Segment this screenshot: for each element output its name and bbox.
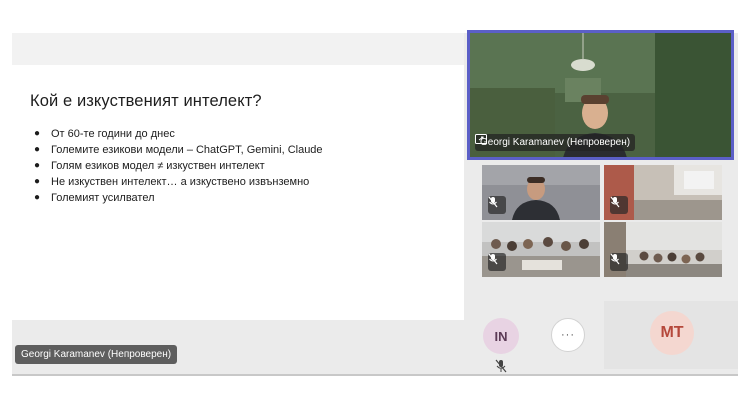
bullet-dot-icon: ● xyxy=(34,160,41,171)
avatar-initials: IN xyxy=(494,328,508,344)
mic-off-icon xyxy=(488,196,506,214)
bullet-dot-icon: ● xyxy=(34,176,41,187)
more-participants-button[interactable]: ··· xyxy=(551,318,585,352)
slide-bullet: ● Не изкуствен интелект… а изкуствено изв… xyxy=(34,174,323,190)
avatar-initials: MT xyxy=(660,324,684,341)
slide-bullet-text: От 60-те години до днес xyxy=(51,128,175,140)
slide-bullet-text: Големият усилвател xyxy=(51,192,155,204)
presenter-video-tile[interactable]: Georgi Karamanev (Непроверен) xyxy=(467,30,734,160)
presenter-name-label: Georgi Karamanev (Непроверен) xyxy=(475,134,636,151)
shared-slide: Кой е изкуственият интелект? ● От 60-те г… xyxy=(12,65,464,320)
participant-video-tile[interactable] xyxy=(604,222,722,277)
participant-video-tile[interactable] xyxy=(604,165,722,220)
slide-bullet: ● От 60-те години до днес xyxy=(34,126,323,142)
participant-avatar-mt[interactable]: MT xyxy=(650,311,694,355)
slide-title: Кой е изкуственият интелект? xyxy=(30,92,262,110)
slide-bullet: ● Големият усилвател xyxy=(34,190,323,206)
screen-share-icon xyxy=(475,134,487,144)
bullet-dot-icon: ● xyxy=(34,128,41,139)
bottom-divider xyxy=(12,374,738,376)
slide-bullet: ● Големите езикови модели – ChatGPT, Gemi… xyxy=(34,142,323,158)
bullet-dot-icon: ● xyxy=(34,192,41,203)
slide-bullets: ● От 60-те години до днес ● Големите езико… xyxy=(34,126,323,206)
more-icon: ··· xyxy=(561,329,575,341)
slide-bullet: ● Голям езиков модел ≠ изкуствен интелект xyxy=(34,158,323,174)
mic-off-icon xyxy=(495,359,507,373)
bullet-dot-icon: ● xyxy=(34,144,41,155)
mic-off-icon xyxy=(610,196,628,214)
participant-avatar-in[interactable]: IN xyxy=(483,318,519,354)
slide-bullet-text: Не изкуствен интелект… а изкуствено извъ… xyxy=(51,176,310,188)
participant-video-tile[interactable] xyxy=(482,165,600,220)
mic-off-icon xyxy=(610,253,628,271)
slide-bullet-text: Голям езиков модел ≠ изкуствен интелект xyxy=(51,160,265,172)
slide-bullet-text: Големите езикови модели – ChatGPT, Gemin… xyxy=(51,144,323,156)
slide-top-band xyxy=(12,33,464,65)
mic-off-icon xyxy=(488,253,506,271)
stage-name-label: Georgi Karamanev (Непроверен) xyxy=(15,345,178,364)
participant-video-tile[interactable] xyxy=(482,222,600,277)
presenter-name-text: Georgi Karamanev (Непроверен) xyxy=(480,137,631,148)
